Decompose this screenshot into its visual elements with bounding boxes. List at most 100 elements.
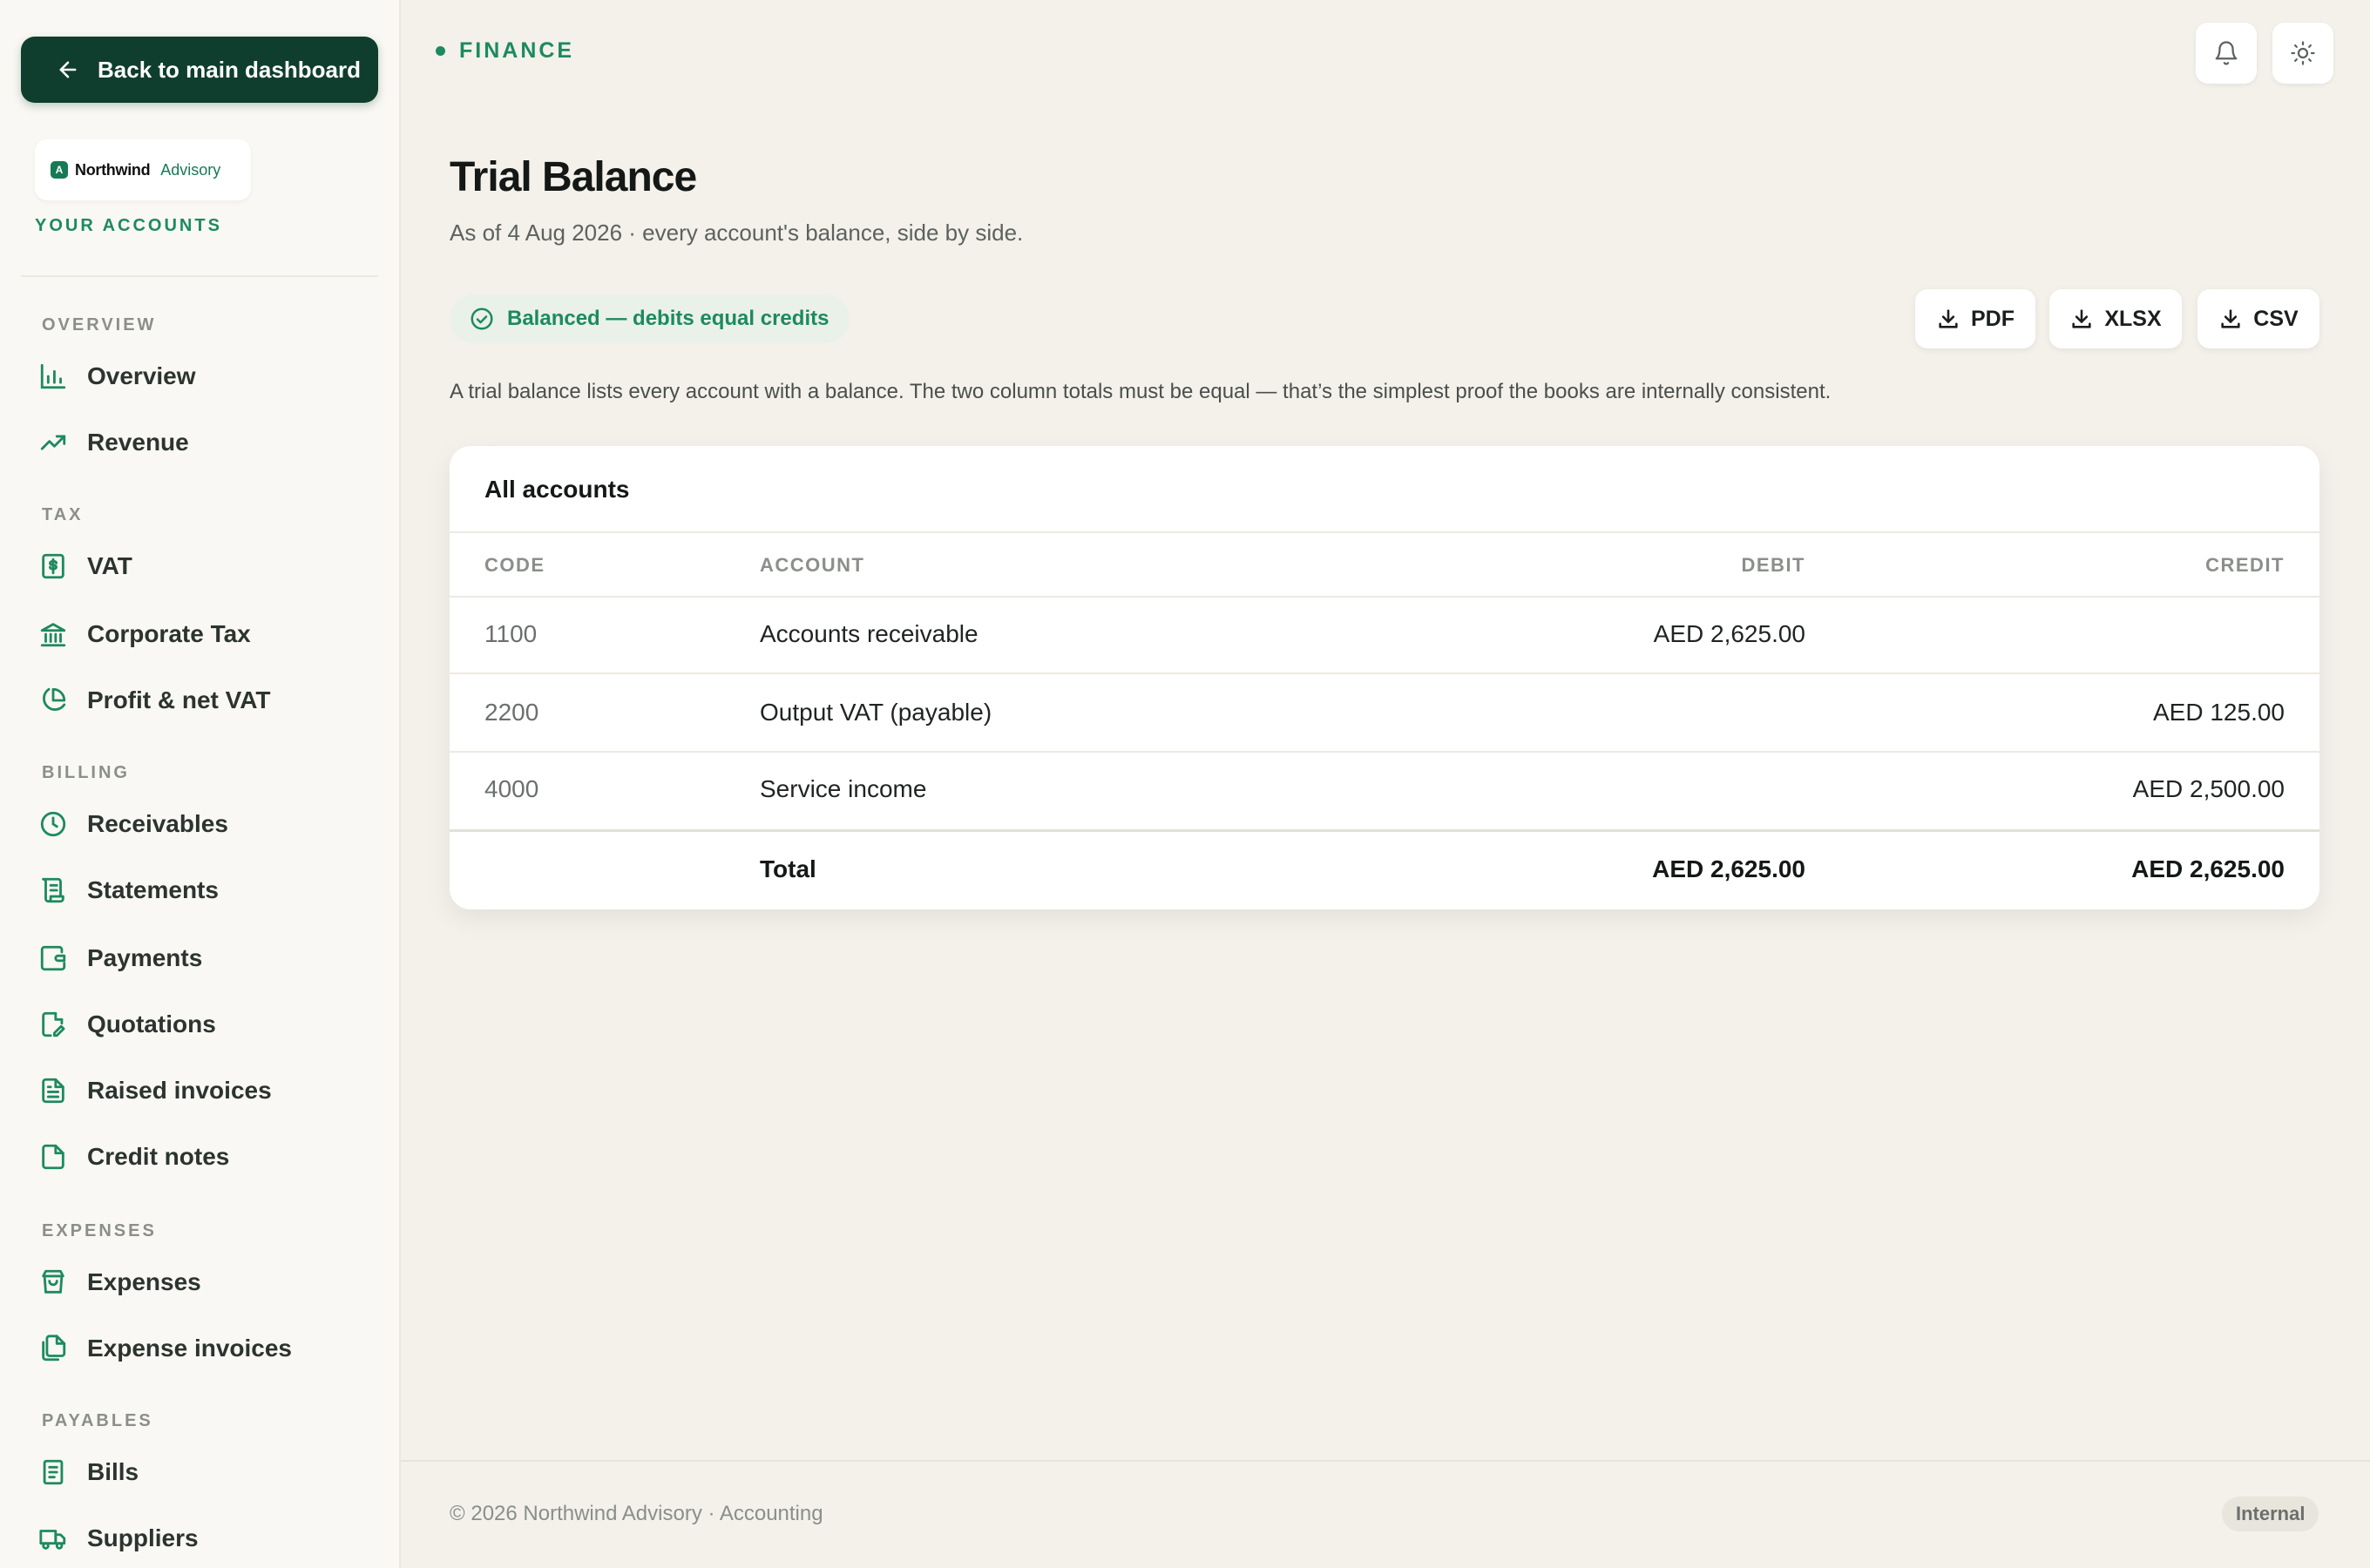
sidebar-divider bbox=[21, 275, 378, 277]
sidebar-item-label: Expenses bbox=[87, 1268, 201, 1295]
sidebar-item-label: Profit & net VAT bbox=[87, 686, 271, 713]
export-xlsx-label: XLSX bbox=[2104, 306, 2162, 331]
cell-account: Service income bbox=[760, 775, 927, 802]
truck-icon bbox=[39, 1530, 66, 1550]
trend-up-icon bbox=[40, 435, 66, 450]
sidebar-item-expense-invoices[interactable]: Expense invoices bbox=[38, 1322, 292, 1375]
cell-account: Accounts receivable bbox=[760, 620, 978, 647]
nav-section-tax: TAX bbox=[42, 505, 84, 524]
sidebar-item-credit-notes[interactable]: Credit notes bbox=[38, 1131, 229, 1183]
total-debit: AED 2,625.00 bbox=[1652, 855, 1805, 882]
sidebar-item-vat[interactable]: VAT bbox=[38, 540, 132, 592]
shopping-bag-icon bbox=[42, 1269, 64, 1294]
sidebar-item-label: Payments bbox=[87, 944, 203, 971]
page-subtitle: As of 4 Aug 2026 · every account's balan… bbox=[450, 220, 1024, 246]
files-icon bbox=[42, 1335, 66, 1362]
cell-code: 2200 bbox=[484, 699, 539, 726]
bar-chart-icon bbox=[40, 363, 66, 389]
nav-section-overview: OVERVIEW bbox=[42, 315, 157, 335]
export-pdf-label: PDF bbox=[1971, 306, 2014, 331]
cell-code: 1100 bbox=[484, 620, 538, 647]
sidebar-item-raised-invoices[interactable]: Raised invoices bbox=[38, 1064, 272, 1117]
sidebar-item-overview[interactable]: Overview bbox=[38, 350, 196, 402]
sun-icon bbox=[2291, 41, 2315, 65]
theme-toggle-button[interactable] bbox=[2272, 23, 2333, 84]
column-header-debit: DEBIT bbox=[1741, 554, 1805, 576]
nav-section-expenses: EXPENSES bbox=[42, 1221, 157, 1240]
divider bbox=[450, 751, 2319, 753]
your-accounts-label: YOUR ACCOUNTS bbox=[35, 216, 222, 235]
sidebar-item-revenue[interactable]: Revenue bbox=[38, 416, 189, 469]
sidebar-item-statements[interactable]: Statements bbox=[38, 864, 219, 916]
bank-icon bbox=[40, 623, 66, 647]
divider bbox=[450, 531, 2319, 533]
sidebar-item-label: Statements bbox=[87, 876, 219, 903]
breadcrumb-label: FINANCE bbox=[459, 38, 575, 63]
sidebar-item-label: Suppliers bbox=[87, 1524, 199, 1551]
sidebar-item-label: Receivables bbox=[87, 810, 228, 837]
sidebar-item-label: Revenue bbox=[87, 429, 189, 456]
bell-icon bbox=[2215, 41, 2238, 65]
logo-sub: Advisory bbox=[160, 160, 221, 179]
arrow-left-icon bbox=[59, 61, 77, 78]
wallet-icon bbox=[40, 945, 66, 971]
back-to-dashboard-button[interactable]: Back to main dashboard bbox=[21, 37, 378, 103]
sidebar-item-receivables[interactable]: Receivables bbox=[38, 798, 228, 850]
sidebar-item-profit-net-vat[interactable]: Profit & net VAT bbox=[38, 674, 271, 727]
nav-section-payables: PAYABLES bbox=[42, 1411, 153, 1430]
divider bbox=[450, 596, 2319, 598]
description-text: A trial balance lists every account with… bbox=[450, 380, 1832, 403]
export-csv-label: CSV bbox=[2253, 306, 2299, 331]
sidebar-item-expenses[interactable]: Expenses bbox=[38, 1256, 201, 1308]
column-header-account: ACCOUNT bbox=[760, 554, 865, 576]
accounts-table-card: All accounts CODE ACCOUNT DEBIT CREDIT 1… bbox=[450, 446, 2319, 909]
sidebar-item-label: Bills bbox=[87, 1458, 139, 1485]
file-text-icon bbox=[42, 1078, 64, 1104]
divider bbox=[450, 672, 2319, 674]
column-header-credit: CREDIT bbox=[2205, 554, 2285, 576]
back-button-label: Back to main dashboard bbox=[98, 56, 361, 83]
page-title: Trial Balance bbox=[450, 154, 697, 200]
file-edit-icon bbox=[42, 1011, 65, 1037]
notifications-button[interactable] bbox=[2196, 23, 2257, 84]
cell-code: 4000 bbox=[484, 775, 539, 802]
download-icon bbox=[1939, 309, 1958, 328]
sidebar-item-label: Credit notes bbox=[87, 1143, 230, 1170]
export-xlsx-button[interactable]: XLSX bbox=[2049, 289, 2182, 348]
card-title: All accounts bbox=[484, 476, 630, 503]
footer-divider bbox=[401, 1460, 2370, 1462]
internal-badge: Internal bbox=[2222, 1497, 2319, 1531]
download-icon bbox=[2221, 309, 2240, 328]
logo-mark: A bbox=[51, 161, 68, 179]
total-credit: AED 2,625.00 bbox=[2131, 855, 2285, 882]
sidebar-item-payments[interactable]: Payments bbox=[38, 932, 202, 984]
sidebar-item-bills[interactable]: Bills bbox=[38, 1446, 139, 1498]
export-csv-button[interactable]: CSV bbox=[2197, 289, 2319, 348]
download-icon bbox=[2072, 309, 2091, 328]
sidebar-item-label: Overview bbox=[87, 362, 196, 389]
sidebar: Back to main dashboard A Northwind Advis… bbox=[0, 0, 401, 1568]
nav-section-billing: BILLING bbox=[42, 763, 130, 782]
cell-debit: AED 2,625.00 bbox=[1653, 620, 1805, 647]
footer-text: © 2026 Northwind Advisory · Accounting bbox=[450, 1502, 823, 1525]
breadcrumb: FINANCE bbox=[436, 38, 574, 64]
sidebar-item-quotations[interactable]: Quotations bbox=[38, 998, 216, 1051]
sidebar-item-suppliers[interactable]: Suppliers bbox=[38, 1512, 199, 1565]
logo-name: Northwind bbox=[75, 160, 151, 179]
main-content: FINANCE Trial Balance As of 4 Aug 2026 ·… bbox=[401, 0, 2370, 1568]
column-header-code: CODE bbox=[484, 554, 545, 576]
file-icon bbox=[42, 1144, 64, 1170]
receipt-dollar-icon bbox=[42, 553, 64, 579]
sidebar-item-label: Raised invoices bbox=[87, 1077, 272, 1104]
scroll-icon bbox=[42, 877, 64, 903]
company-logo[interactable]: A Northwind Advisory bbox=[35, 139, 251, 200]
sidebar-item-label: Corporate Tax bbox=[87, 620, 251, 647]
cell-credit: AED 2,500.00 bbox=[2132, 775, 2285, 802]
sidebar-item-corporate-tax[interactable]: Corporate Tax bbox=[38, 608, 251, 660]
clock-icon bbox=[40, 811, 66, 837]
status-badge: Balanced — debits equal credits bbox=[450, 294, 850, 343]
total-label: Total bbox=[760, 855, 816, 882]
export-pdf-button[interactable]: PDF bbox=[1915, 289, 2035, 348]
sidebar-item-label: Quotations bbox=[87, 1010, 216, 1037]
sidebar-item-label: Expense invoices bbox=[87, 1335, 293, 1362]
